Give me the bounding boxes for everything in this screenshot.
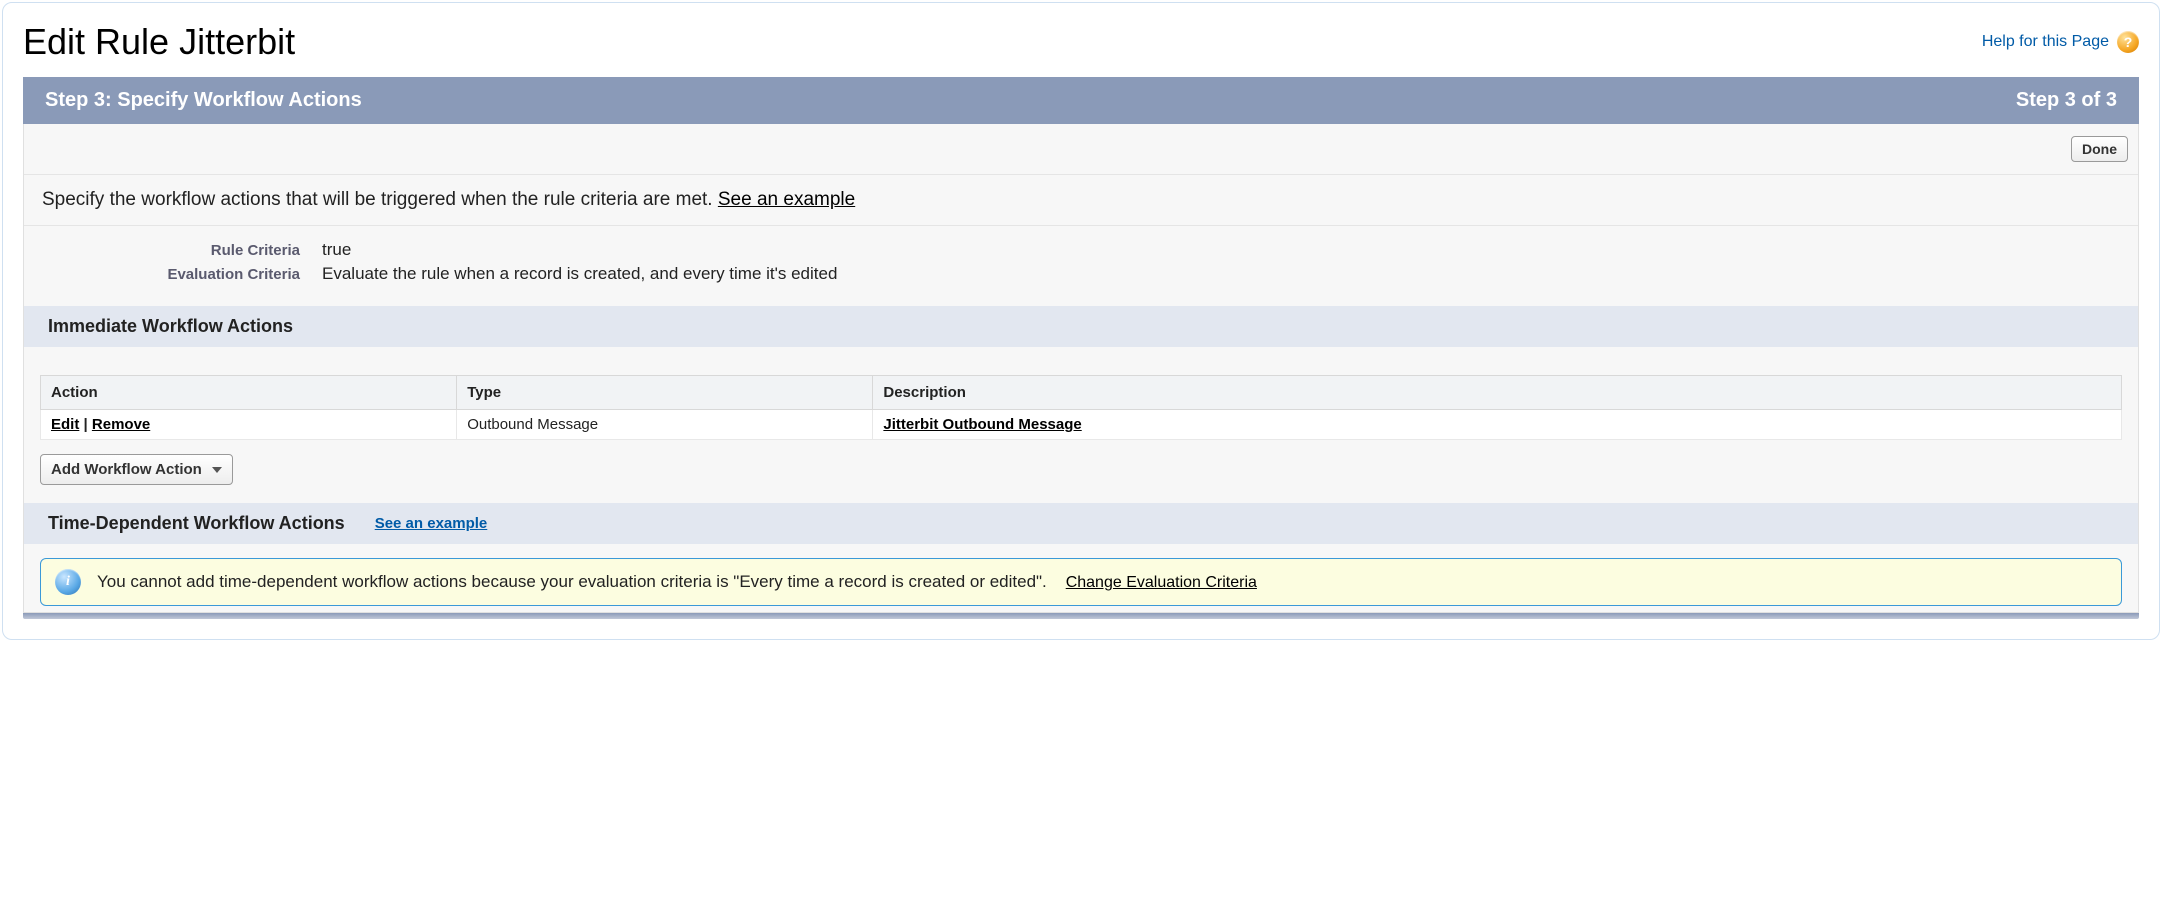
description-cell: Jitterbit Outbound Message <box>873 410 2122 440</box>
evaluation-criteria-value: Evaluate the rule when a record is creat… <box>322 264 837 284</box>
rule-criteria-value: true <box>322 240 351 260</box>
page-header: Edit Rule Jitterbit Help for this Page ? <box>23 21 2139 63</box>
chevron-down-icon <box>212 467 222 473</box>
rule-criteria-row: Rule Criteria true <box>42 240 2120 260</box>
time-dependent-example-link[interactable]: See an example <box>375 515 488 532</box>
help-link[interactable]: Help for this Page ? <box>1982 31 2139 53</box>
immediate-actions-header: Immediate Workflow Actions <box>24 306 2138 347</box>
done-button[interactable]: Done <box>2071 136 2128 162</box>
time-dependent-body: i You cannot add time-dependent workflow… <box>24 544 2138 612</box>
col-action: Action <box>41 376 457 410</box>
info-icon: i <box>55 569 81 595</box>
info-box: i You cannot add time-dependent workflow… <box>40 558 2122 606</box>
see-example-link[interactable]: See an example <box>718 189 855 210</box>
table-header-row: Action Type Description <box>41 376 2122 410</box>
add-workflow-action-button[interactable]: Add Workflow Action <box>40 454 233 485</box>
panel-bottom-shadow <box>23 613 2139 619</box>
instruction-text: Specify the workflow actions that will b… <box>24 175 2138 226</box>
immediate-actions-body: Action Type Description Edit | Remove Ou… <box>24 347 2138 503</box>
actions-table: Action Type Description Edit | Remove Ou… <box>40 375 2122 440</box>
col-type: Type <box>457 376 873 410</box>
col-description: Description <box>873 376 2122 410</box>
main-panel: Done Specify the workflow actions that w… <box>23 124 2139 613</box>
step-progress: Step 3 of 3 <box>2016 89 2117 112</box>
evaluation-criteria-label: Evaluation Criteria <box>42 266 322 283</box>
edit-link[interactable]: Edit <box>51 416 79 433</box>
page-title: Edit Rule Jitterbit <box>23 21 295 63</box>
help-link-label: Help for this Page <box>1982 33 2109 51</box>
rule-criteria-label: Rule Criteria <box>42 242 322 259</box>
instruction-body: Specify the workflow actions that will b… <box>42 189 718 210</box>
immediate-actions-title: Immediate Workflow Actions <box>48 316 293 337</box>
description-link[interactable]: Jitterbit Outbound Message <box>883 416 1081 433</box>
step-bar: Step 3: Specify Workflow Actions Step 3 … <box>23 77 2139 124</box>
change-evaluation-criteria-link[interactable]: Change Evaluation Criteria <box>1066 574 1257 591</box>
criteria-section: Rule Criteria true Evaluation Criteria E… <box>24 226 2138 306</box>
table-row: Edit | Remove Outbound Message Jitterbit… <box>41 410 2122 440</box>
action-separator: | <box>84 416 92 433</box>
info-text: You cannot add time-dependent workflow a… <box>97 572 1047 591</box>
time-dependent-header: Time-Dependent Workflow Actions See an e… <box>24 503 2138 544</box>
action-cell: Edit | Remove <box>41 410 457 440</box>
button-row: Done <box>24 124 2138 175</box>
help-icon: ? <box>2117 31 2139 53</box>
add-workflow-action-label: Add Workflow Action <box>51 461 202 478</box>
step-title: Step 3: Specify Workflow Actions <box>45 89 362 112</box>
info-content: You cannot add time-dependent workflow a… <box>97 572 1257 592</box>
type-cell: Outbound Message <box>457 410 873 440</box>
remove-link[interactable]: Remove <box>92 416 150 433</box>
evaluation-criteria-row: Evaluation Criteria Evaluate the rule wh… <box>42 264 2120 284</box>
page-container: Edit Rule Jitterbit Help for this Page ?… <box>2 2 2160 640</box>
time-dependent-title: Time-Dependent Workflow Actions <box>48 513 345 534</box>
